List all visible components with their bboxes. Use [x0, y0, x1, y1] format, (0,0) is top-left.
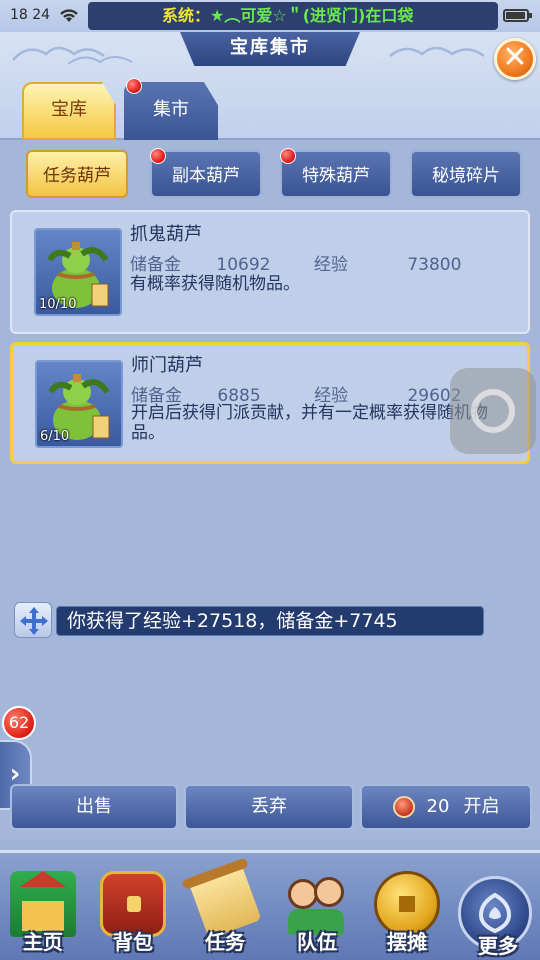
notification-dot: [150, 148, 166, 164]
item-description: 有概率获得随机物品。: [130, 274, 300, 294]
item-name: 师门葫芦: [131, 355, 203, 376]
gourd-item-icon: 6/10: [35, 360, 123, 448]
nav-label: 背包: [113, 930, 153, 954]
open-button[interactable]: 20 开启: [360, 784, 532, 830]
category-dungeon-gourd[interactable]: 副本葫芦: [150, 150, 262, 198]
page-title: 宝库集市: [180, 32, 360, 66]
battery-icon: [503, 9, 532, 22]
item-count: 10/10: [39, 297, 77, 312]
discard-button[interactable]: 丢弃: [184, 784, 354, 830]
pot-icon: [392, 796, 415, 818]
nav-home[interactable]: 主页: [2, 871, 84, 960]
assistive-touch-button[interactable]: [450, 368, 536, 454]
open-label: 开启: [463, 796, 500, 817]
nav-label: 队伍: [297, 930, 337, 954]
notification-dot: [280, 148, 296, 164]
nav-quest[interactable]: 任务: [181, 857, 266, 960]
nav-label: 任务: [205, 930, 245, 954]
wifi-icon: [60, 9, 78, 22]
sell-button[interactable]: 出售: [10, 784, 178, 830]
exp-value: 73800: [407, 255, 462, 275]
marquee-text: ★︵可爱☆＂(进贤门)在口袋: [210, 6, 414, 25]
gourd-item-icon: 10/10: [34, 228, 122, 316]
nav-label: 主页: [23, 930, 63, 954]
cloud-pattern-icon: [12, 46, 133, 65]
close-button[interactable]: ✕: [494, 38, 536, 80]
tab-treasury[interactable]: 宝库: [22, 82, 116, 140]
nav-label: 摆摊: [387, 930, 427, 954]
nav-team[interactable]: 队伍: [276, 871, 358, 960]
exp-label: 经验: [313, 255, 348, 275]
category-special-gourd[interactable]: 特殊葫芦: [280, 150, 392, 198]
marquee-prefix: 系统：: [162, 6, 211, 25]
category-secret-fragment[interactable]: 秘境碎片: [410, 150, 522, 198]
item-name: 抓鬼葫芦: [130, 224, 202, 245]
nav-stall[interactable]: 摆摊: [366, 871, 448, 960]
category-task-gourd[interactable]: 任务葫芦: [26, 150, 128, 198]
open-cost: 20: [426, 796, 450, 817]
nav-bag[interactable]: 背包: [92, 871, 174, 960]
status-time: 18 24: [10, 7, 51, 23]
fund-value: 10692: [216, 255, 271, 275]
list-item[interactable]: 10/10 抓鬼葫芦 储备金 10692 经验 73800 有概率获得随机物品。: [10, 210, 530, 334]
system-marquee: 系统：★︵可爱☆＂(进贤门)在口袋: [88, 2, 498, 30]
title-bar: 宝库集市 宝库 集市: [0, 32, 540, 140]
notification-count-badge: 62: [2, 706, 36, 740]
status-bar: 18 24 系统：★︵可爱☆＂(进贤门)在口袋: [0, 0, 540, 32]
main-content: 任务葫芦 副本葫芦 特殊葫芦 秘境碎片 10/10 抓鬼葫芦 储备金 10692…: [0, 140, 540, 840]
item-count: 6/10: [40, 429, 70, 444]
move-arrows-icon[interactable]: [14, 602, 52, 638]
fund-label: 储备金: [130, 255, 181, 275]
item-stats: 储备金 10692 经验 73800: [130, 250, 461, 275]
notification-dot: [126, 78, 142, 94]
more-label: 更多: [478, 934, 518, 958]
reward-message: 你获得了经验+27518，储备金+7745: [56, 606, 484, 636]
